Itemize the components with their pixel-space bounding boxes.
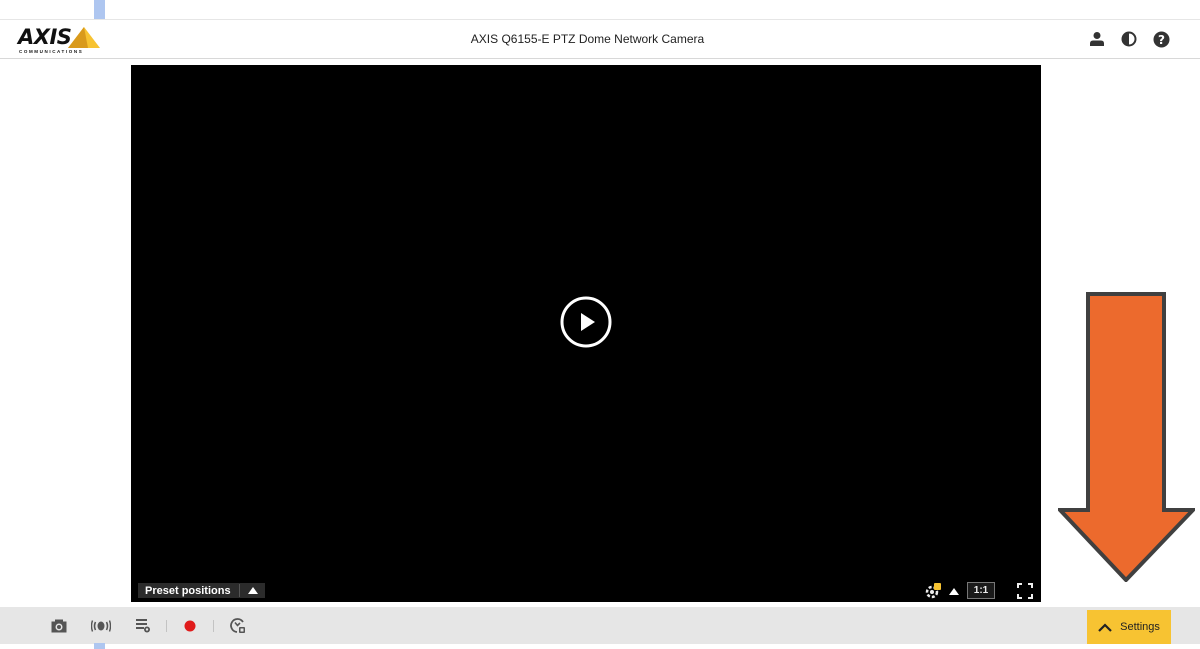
focus-icon — [229, 618, 245, 633]
caret-up-icon — [247, 587, 258, 594]
record-button[interactable] — [169, 607, 211, 644]
audio-icon — [91, 619, 111, 632]
header-bar: AXIS COMMUNICATIONS AXIS Q6155-E PTZ Dom… — [0, 19, 1200, 59]
preset-positions-label: Preset positions — [145, 584, 231, 597]
ptz-controls[interactable] — [924, 582, 959, 600]
bottom-toolbar: Settings — [0, 607, 1200, 644]
audio-button[interactable] — [80, 607, 122, 644]
video-viewer[interactable]: Preset positions 1:1 — [131, 65, 1041, 602]
page-title: AXIS Q6155-E PTZ Dome Network Camera — [470, 32, 705, 46]
svg-text:?: ? — [1158, 33, 1165, 47]
fullscreen-button[interactable] — [1017, 582, 1033, 600]
record-icon — [184, 620, 196, 631]
settings-label: Settings — [1120, 621, 1160, 633]
fullscreen-icon[interactable] — [1017, 583, 1033, 599]
caret-up-icon[interactable] — [949, 587, 959, 595]
selection-marker — [94, 643, 105, 649]
chevron-up-icon — [1098, 622, 1112, 632]
aspect-ratio-button[interactable]: 1:1 — [967, 582, 995, 599]
preset-divider — [238, 584, 240, 597]
preset-positions-button[interactable]: Preset positions — [138, 583, 265, 598]
orange-arrow-annotation — [1058, 292, 1195, 582]
stream-info-button[interactable] — [122, 607, 164, 644]
help-icon[interactable]: ? — [1152, 30, 1170, 48]
snapshot-button[interactable] — [38, 607, 80, 644]
camera-web-interface: AXIS COMMUNICATIONS AXIS Q6155-E PTZ Dom… — [0, 0, 1200, 649]
settings-button[interactable]: Settings — [1087, 610, 1171, 644]
focus-button[interactable] — [216, 607, 258, 644]
play-icon[interactable] — [559, 295, 613, 349]
header-actions: ? — [1088, 29, 1170, 49]
toolbar-actions — [38, 607, 258, 644]
toolbar-divider — [213, 619, 214, 632]
snapshot-icon — [51, 619, 67, 632]
ptz-settings-icon[interactable] — [924, 582, 942, 600]
contrast-icon[interactable] — [1120, 30, 1138, 48]
selection-marker — [94, 0, 105, 19]
stream-info-icon — [136, 619, 150, 633]
toolbar-divider — [166, 619, 167, 632]
user-icon[interactable] — [1088, 30, 1106, 48]
